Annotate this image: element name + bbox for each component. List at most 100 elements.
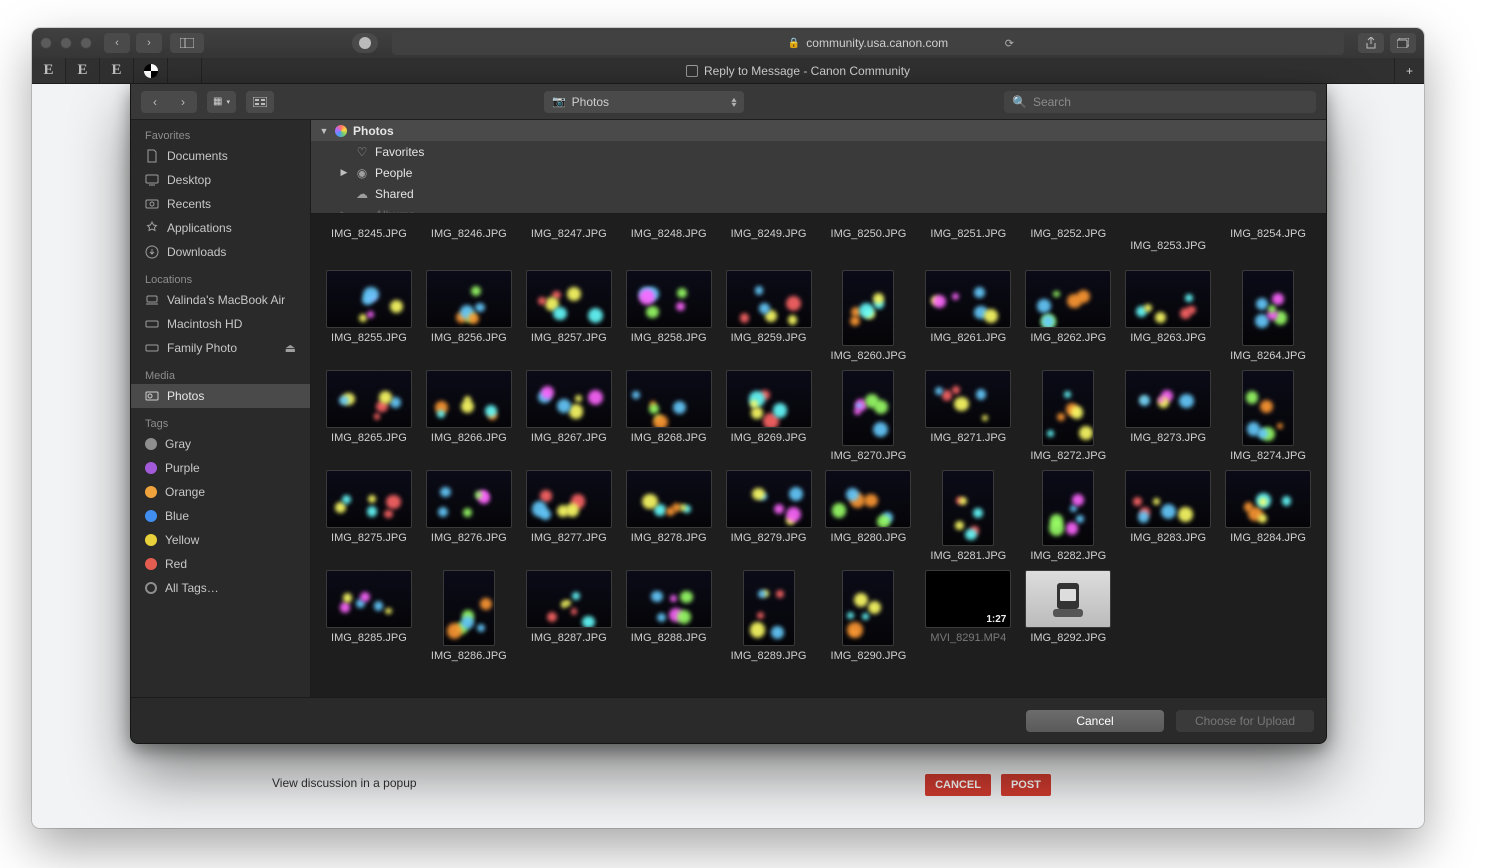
sidebar-documents[interactable]: Documents — [131, 144, 310, 168]
sidebar-macintosh-hd[interactable]: Macintosh HD — [131, 312, 310, 336]
tree-shared[interactable]: ☁Shared — [311, 183, 1326, 204]
file-item[interactable]: IMG_8283.JPG — [1125, 470, 1211, 562]
reader-toggle[interactable] — [352, 33, 378, 53]
file-item[interactable]: IMG_8290.JPG — [825, 570, 911, 662]
tree-photos[interactable]: ▼Photos — [311, 120, 1326, 141]
form-cancel-button[interactable]: CANCEL — [925, 774, 991, 796]
back-button[interactable]: ‹ — [104, 33, 130, 53]
new-tab-button[interactable]: + — [1394, 58, 1424, 83]
file-item[interactable]: IMG_8282.JPG — [1025, 470, 1111, 562]
file-item[interactable]: IMG_8247.JPG — [526, 214, 612, 252]
forward-button[interactable]: › — [136, 33, 162, 53]
dialog-forward[interactable]: › — [169, 91, 197, 113]
file-item[interactable]: IMG_8280.JPG — [825, 470, 911, 562]
file-item[interactable]: IMG_8266.JPG — [426, 370, 512, 462]
file-item[interactable]: IMG_8284.JPG — [1225, 470, 1311, 562]
cancel-button[interactable]: Cancel — [1026, 710, 1164, 732]
sidebar-tag-orange[interactable]: Orange — [131, 480, 310, 504]
pinned-tab-1[interactable]: E — [66, 58, 100, 83]
sidebar-family-photo[interactable]: Family Photo⏏ — [131, 336, 310, 360]
pinned-tab-4[interactable] — [168, 58, 202, 83]
minimize-window[interactable] — [60, 37, 72, 49]
form-post-button[interactable]: POST — [1001, 774, 1051, 796]
tree-favorites[interactable]: ♡Favorites — [311, 141, 1326, 162]
file-item[interactable]: IMG_8272.JPG — [1025, 370, 1111, 462]
pinned-tab-0[interactable]: E — [32, 58, 66, 83]
file-item[interactable]: IMG_8292.JPG — [1025, 570, 1111, 662]
tabs-button[interactable] — [1390, 33, 1416, 53]
file-item[interactable]: IMG_8258.JPG — [626, 270, 712, 362]
url-bar[interactable]: 🔒 community.usa.canon.com ⟳ — [392, 31, 1344, 55]
file-item[interactable]: IMG_8262.JPG — [1025, 270, 1111, 362]
tree-people[interactable]: ▶◉People — [311, 162, 1326, 183]
file-item[interactable]: IMG_8289.JPG — [726, 570, 812, 662]
share-button[interactable] — [1358, 33, 1384, 53]
file-item[interactable]: IMG_8246.JPG — [426, 214, 512, 252]
file-item[interactable]: IMG_8248.JPG — [626, 214, 712, 252]
file-name: IMG_8249.JPG — [731, 228, 807, 240]
sidebar-tag-red[interactable]: Red — [131, 552, 310, 576]
file-item[interactable]: IMG_8249.JPG — [726, 214, 812, 252]
file-item[interactable]: IMG_8263.JPG — [1125, 270, 1211, 362]
file-item[interactable]: IMG_8255.JPG — [326, 270, 412, 362]
file-item[interactable]: IMG_8260.JPG — [825, 270, 911, 362]
file-item[interactable]: IMG_8273.JPG — [1125, 370, 1211, 462]
file-item[interactable]: IMG_8276.JPG — [426, 470, 512, 562]
file-item[interactable]: IMG_8286.JPG — [426, 570, 512, 662]
sidebar-photos[interactable]: Photos — [131, 384, 310, 408]
active-tab[interactable]: Reply to Message - Canon Community — [202, 58, 1394, 83]
file-item[interactable]: IMG_8267.JPG — [526, 370, 612, 462]
sidebar-tag-gray[interactable]: Gray — [131, 432, 310, 456]
file-item[interactable]: IMG_8256.JPG — [426, 270, 512, 362]
search-field[interactable]: 🔍 Search — [1004, 91, 1316, 113]
file-item[interactable]: IMG_8288.JPG — [626, 570, 712, 662]
file-item[interactable]: IMG_8277.JPG — [526, 470, 612, 562]
file-item[interactable]: 1:27MVI_8291.MP4 — [925, 570, 1011, 662]
file-item[interactable]: IMG_8264.JPG — [1225, 270, 1311, 362]
file-item[interactable]: IMG_8253.JPG — [1125, 214, 1211, 252]
path-popup[interactable]: 📷 Photos ▴▾ — [544, 91, 744, 113]
sidebar-applications[interactable]: Applications — [131, 216, 310, 240]
eject-icon[interactable]: ⏏ — [285, 341, 296, 355]
close-window[interactable] — [40, 37, 52, 49]
sidebar-tag-blue[interactable]: Blue — [131, 504, 310, 528]
file-item[interactable]: IMG_8265.JPG — [326, 370, 412, 462]
file-item[interactable]: IMG_8270.JPG — [825, 370, 911, 462]
file-item[interactable]: IMG_8269.JPG — [726, 370, 812, 462]
file-item[interactable]: IMG_8279.JPG — [726, 470, 812, 562]
pinned-tab-3[interactable] — [134, 58, 168, 83]
sidebar-macbook[interactable]: Valinda's MacBook Air — [131, 288, 310, 312]
sidebar-downloads[interactable]: Downloads — [131, 240, 310, 264]
file-item[interactable]: IMG_8259.JPG — [726, 270, 812, 362]
sidebar-toggle[interactable] — [170, 33, 204, 53]
dialog-back[interactable]: ‹ — [141, 91, 169, 113]
reload-icon[interactable]: ⟳ — [1005, 37, 1014, 50]
file-item[interactable]: IMG_8275.JPG — [326, 470, 412, 562]
view-discussion-link[interactable]: View discussion in a popup — [272, 776, 417, 790]
file-item[interactable]: IMG_8274.JPG — [1225, 370, 1311, 462]
sidebar-desktop[interactable]: Desktop — [131, 168, 310, 192]
file-item[interactable]: IMG_8254.JPG — [1225, 214, 1311, 252]
file-item[interactable]: IMG_8257.JPG — [526, 270, 612, 362]
file-item[interactable]: IMG_8251.JPG — [925, 214, 1011, 252]
choose-for-upload-button[interactable]: Choose for Upload — [1176, 710, 1314, 732]
file-item[interactable]: IMG_8252.JPG — [1025, 214, 1111, 252]
file-item[interactable]: IMG_8281.JPG — [925, 470, 1011, 562]
sidebar-recents[interactable]: Recents — [131, 192, 310, 216]
file-item[interactable]: IMG_8287.JPG — [526, 570, 612, 662]
view-mode-picker[interactable]: ▦▾ — [207, 91, 236, 113]
tree-albums[interactable]: ▶▭Albums — [311, 204, 1326, 214]
group-by-button[interactable] — [246, 91, 274, 113]
zoom-window[interactable] — [80, 37, 92, 49]
sidebar-tag-yellow[interactable]: Yellow — [131, 528, 310, 552]
file-item[interactable]: IMG_8278.JPG — [626, 470, 712, 562]
sidebar-tag-purple[interactable]: Purple — [131, 456, 310, 480]
file-item[interactable]: IMG_8245.JPG — [326, 214, 412, 252]
file-item[interactable]: IMG_8285.JPG — [326, 570, 412, 662]
file-item[interactable]: IMG_8261.JPG — [925, 270, 1011, 362]
file-item[interactable]: IMG_8250.JPG — [825, 214, 911, 252]
file-item[interactable]: IMG_8271.JPG — [925, 370, 1011, 462]
sidebar-all-tags[interactable]: All Tags… — [131, 576, 310, 600]
pinned-tab-2[interactable]: E — [100, 58, 134, 83]
file-item[interactable]: IMG_8268.JPG — [626, 370, 712, 462]
